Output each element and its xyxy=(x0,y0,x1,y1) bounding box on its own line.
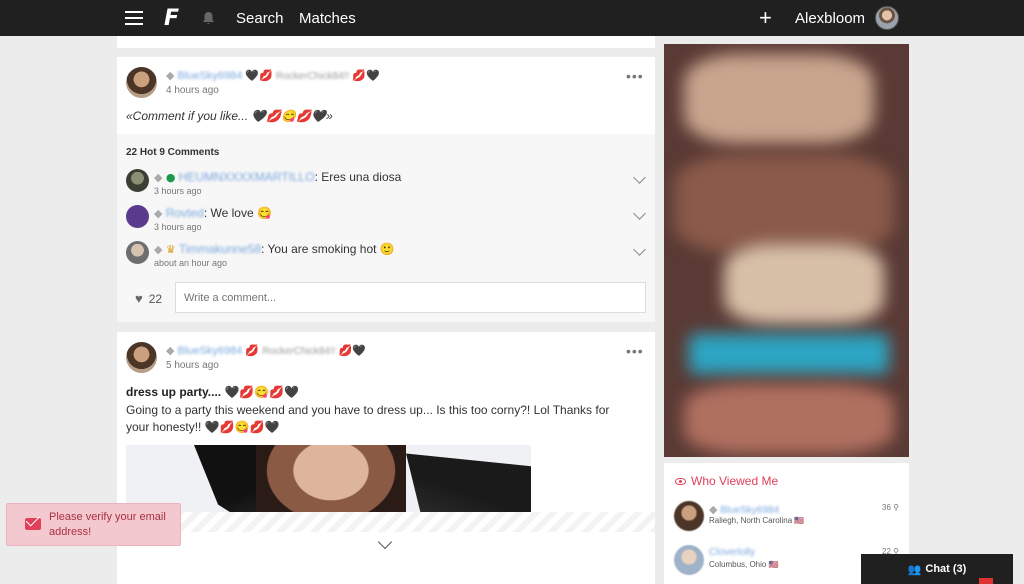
viewer-username[interactable]: BlueSky6984 xyxy=(720,505,779,516)
feed-post: ◆ BlueSky6984 🖤💋 RockerChick84!! 💋🖤 4 ho… xyxy=(117,57,655,322)
avatar[interactable] xyxy=(674,501,704,531)
reaction-counts[interactable]: 22 Hot 9 Comments xyxy=(126,147,219,158)
verified-icon: ● xyxy=(165,171,176,184)
content-fade xyxy=(117,512,655,532)
viewer-location: Raliegh, North Carolina 🇺🇸 xyxy=(709,516,805,525)
chat-label: Chat (3) xyxy=(925,563,967,575)
diamond-icon: ◆ xyxy=(154,171,163,184)
comment-item: ◆ Rovted: We love 😋 3 hours ago xyxy=(126,205,646,235)
like-button[interactable]: ♥ 22 xyxy=(135,291,162,306)
comment-user[interactable]: Timmakunne58 xyxy=(179,242,261,256)
avatar[interactable] xyxy=(126,169,149,192)
diamond-icon: ◆ xyxy=(154,207,163,220)
viewer-name: ◆ BlueSky6984 xyxy=(709,503,779,516)
lips-icon: 💋🖤 xyxy=(352,69,380,82)
lips-icon: 💋🖤 xyxy=(338,344,367,357)
viewer-location: Columbus, Ohio 🇺🇸 xyxy=(709,560,779,569)
comment-user[interactable]: Rovted xyxy=(166,206,204,220)
tagged-user[interactable]: RockerChick84!! xyxy=(276,71,349,82)
avatar[interactable] xyxy=(126,205,149,228)
bell-icon[interactable] xyxy=(200,0,216,36)
avatar[interactable] xyxy=(875,0,899,36)
comment-body: : You are smoking hot 🙂 xyxy=(261,242,395,256)
advertisement-banner[interactable] xyxy=(664,44,909,457)
crown-icon: ♛ xyxy=(165,243,176,256)
users-icon: 👥 xyxy=(907,563,922,576)
diamond-icon: ◆ xyxy=(166,344,175,357)
verify-email-toast[interactable]: Please verify your email address! xyxy=(6,503,181,546)
comment-item: ◆ ● HEUMNXXXXMARTILLO: Eres una diosa 3 … xyxy=(126,169,646,199)
viewer-distance: 36 ⚲ xyxy=(882,503,899,512)
lips-icon: 💋 xyxy=(245,344,260,357)
comment-item: ◆ ♛ Timmakunne58: You are smoking hot 🙂 … xyxy=(126,241,646,271)
nav-search-link[interactable]: Search xyxy=(236,0,284,36)
post-author-name[interactable]: BlueSky6984 xyxy=(178,70,243,82)
feed-post: ◆ BlueSky6984 💋 RockerChick84!! 💋🖤 5 hou… xyxy=(117,332,655,584)
comment-text: ◆ ♛ Timmakunne58: You are smoking hot 🙂 xyxy=(154,242,395,256)
diamond-icon: ◆ xyxy=(166,69,175,82)
tagged-user[interactable]: RockerChick84!! xyxy=(262,346,335,357)
who-viewed-title[interactable]: Who Viewed Me xyxy=(675,474,778,488)
post-author-line: ◆ BlueSky6984 🖤💋 RockerChick84!! 💋🖤 xyxy=(166,69,380,82)
post-title: dress up party.... 🖤💋😋💋🖤 xyxy=(126,385,300,399)
post-time: 5 hours ago xyxy=(166,360,219,371)
chevron-down-icon[interactable] xyxy=(633,207,646,220)
corner-flag-icon xyxy=(979,578,993,584)
post-time: 4 hours ago xyxy=(166,85,219,96)
who-viewed-label: Who Viewed Me xyxy=(691,474,779,488)
post-text: «Comment if you like... 🖤💋😋💋🖤» xyxy=(126,109,333,123)
hamburger-menu-icon[interactable] xyxy=(124,0,144,36)
post-author-line: ◆ BlueSky6984 💋 RockerChick84!! 💋🖤 xyxy=(166,344,366,357)
comment-input[interactable] xyxy=(175,282,646,313)
post-author-name[interactable]: BlueSky6984 xyxy=(178,345,243,357)
more-options-icon[interactable]: ••• xyxy=(626,68,644,84)
heart-icon[interactable]: ♥ xyxy=(135,291,143,306)
post-text: Going to a party this weekend and you ha… xyxy=(126,403,610,434)
chevron-down-icon[interactable] xyxy=(633,171,646,184)
avatar[interactable] xyxy=(126,241,149,264)
comment-text: ◆ ● HEUMNXXXXMARTILLO: Eres una diosa xyxy=(154,170,401,184)
nav-matches-link[interactable]: Matches xyxy=(299,0,356,36)
viewer-name: Cloverlolly xyxy=(709,547,755,558)
diamond-icon: ◆ xyxy=(154,243,163,256)
username-link[interactable]: Alexbloom xyxy=(795,0,865,36)
chevron-down-icon[interactable] xyxy=(377,534,393,550)
avatar[interactable] xyxy=(674,545,704,575)
lips-icon: 🖤💋 xyxy=(245,69,273,82)
viewer-username[interactable]: Cloverlolly xyxy=(709,547,755,558)
diamond-icon: ◆ xyxy=(709,503,718,516)
envelope-icon xyxy=(25,518,41,530)
comments-section: 22 Hot 9 Comments ◆ ● HEUMNXXXXMARTILLO:… xyxy=(117,134,655,322)
post-author-avatar[interactable] xyxy=(126,67,157,98)
top-nav-bar: F Search Matches + Alexbloom xyxy=(0,0,1024,36)
comment-time: 3 hours ago xyxy=(154,186,202,196)
comment-body: : We love 😋 xyxy=(203,206,272,220)
viewer-item[interactable]: ◆ BlueSky6984 Raliegh, North Carolina 🇺🇸… xyxy=(674,501,899,533)
comment-text: ◆ Rovted: We love 😋 xyxy=(154,206,272,220)
toast-message: Please verify your email address! xyxy=(49,511,166,538)
comment-time: 3 hours ago xyxy=(154,222,202,232)
previous-post-card xyxy=(117,36,655,48)
like-count: 22 xyxy=(148,291,163,306)
eye-icon xyxy=(675,477,686,485)
site-logo[interactable]: F xyxy=(164,0,179,36)
comment-user[interactable]: HEUMNXXXXMARTILLO xyxy=(179,170,315,184)
post-author-avatar[interactable] xyxy=(126,342,157,373)
more-options-icon[interactable]: ••• xyxy=(626,343,644,359)
chevron-down-icon[interactable] xyxy=(633,243,646,256)
plus-icon[interactable]: + xyxy=(759,0,772,36)
comment-time: about an hour ago xyxy=(154,258,228,268)
comment-body: : Eres una diosa xyxy=(314,170,402,184)
